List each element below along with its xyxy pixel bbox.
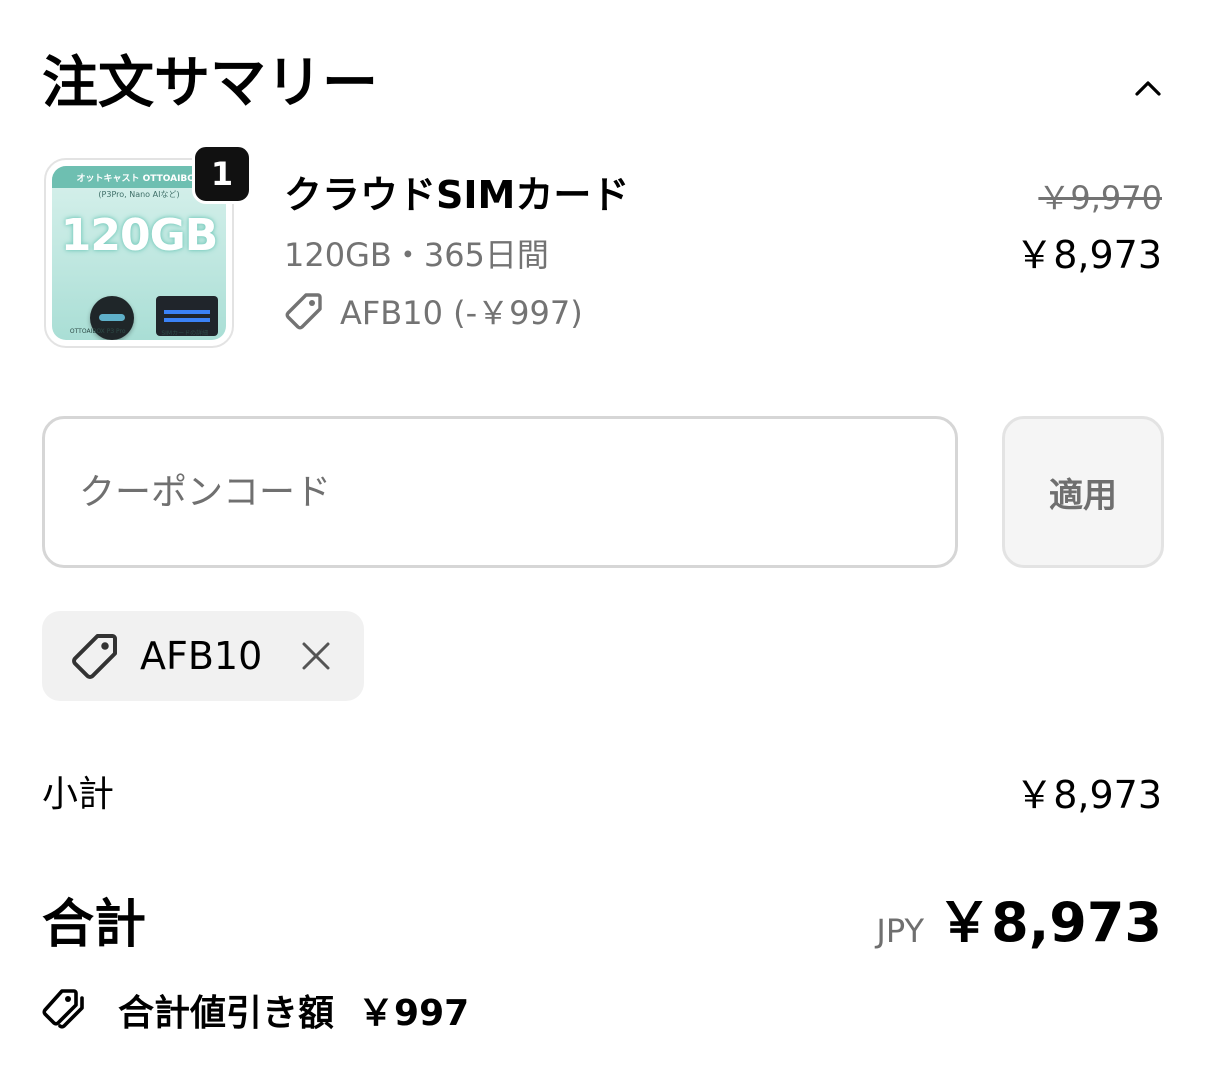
total-value: ￥8,973 xyxy=(937,891,1162,954)
total-savings-label: 合計値引き額 xyxy=(118,993,335,1034)
product-discount-code: AFB10 (-￥997) xyxy=(340,294,583,332)
product-original-price: ￥9,970 xyxy=(1038,179,1162,217)
quantity-badge: 1 xyxy=(192,144,252,204)
remove-coupon-button[interactable] xyxy=(294,634,338,678)
chevron-up-icon xyxy=(1135,81,1161,96)
tag-icon xyxy=(285,293,322,330)
subtotal-label: 小計 xyxy=(42,774,115,815)
product-name: クラウドSIMカード xyxy=(284,173,630,217)
subtotal-value: ￥8,973 xyxy=(1015,773,1162,817)
order-summary-title: 注文サマリー xyxy=(42,51,378,116)
product-discount: AFB10 (-￥997) xyxy=(284,288,583,334)
total-label: 合計 xyxy=(42,895,147,955)
product-image-caption-left: OTTOAIBOX P3 Pro xyxy=(69,328,126,335)
total-currency: JPY xyxy=(876,912,924,950)
total-savings-value: ￥997 xyxy=(358,993,470,1034)
coupon-code-input[interactable] xyxy=(42,416,958,568)
tags-icon xyxy=(42,989,84,1029)
product-price: ￥8,973 xyxy=(1015,233,1162,277)
product-image-headline: 120GB xyxy=(60,210,219,261)
apply-coupon-button[interactable]: 適用 xyxy=(1002,416,1164,568)
collapse-summary-button[interactable] xyxy=(1122,62,1174,114)
total-savings: 合計値引き額 ￥997 xyxy=(42,980,469,1040)
applied-coupon-chip: AFB10 xyxy=(42,611,364,701)
tag-icon xyxy=(72,634,117,679)
product-variant: 120GB・365日間 xyxy=(284,236,549,274)
product-image-caption-right: SIMカードの詳細 xyxy=(161,330,209,337)
close-icon xyxy=(302,642,330,670)
applied-coupon-label: AFB10 xyxy=(140,634,263,678)
